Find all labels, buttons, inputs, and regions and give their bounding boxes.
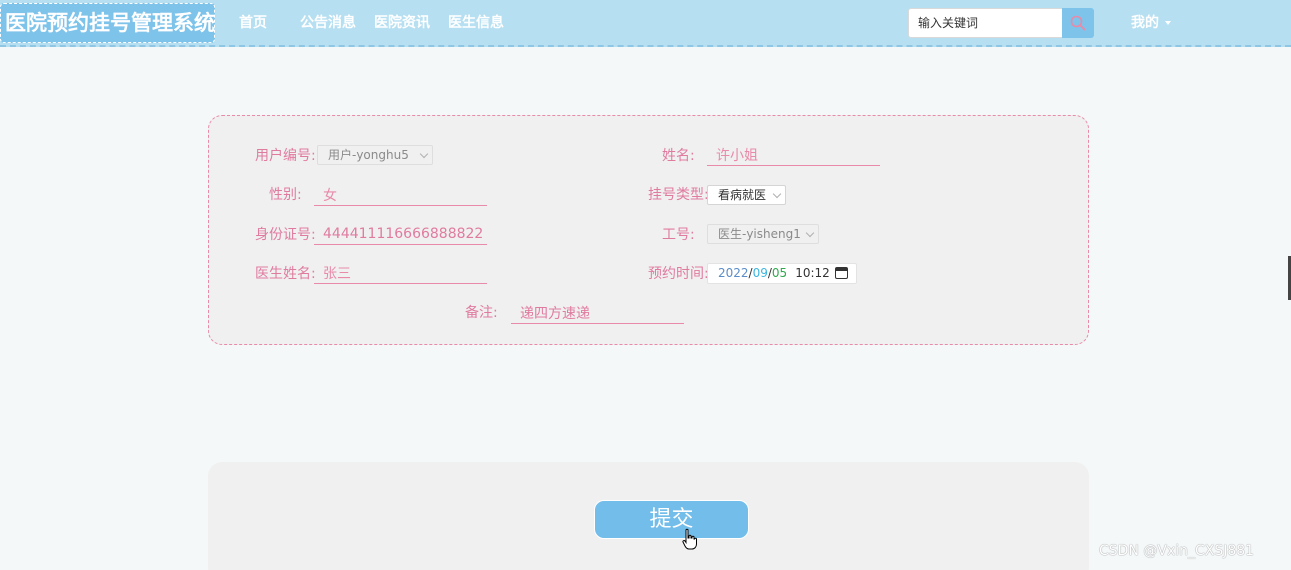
work-id-value: 医生-yisheng1 xyxy=(718,227,801,241)
appt-month: 09 xyxy=(752,266,768,280)
appt-time-datetime-input[interactable]: 2022/09/05 10:12 xyxy=(707,263,857,284)
site-logo-title[interactable]: 医院预约挂号管理系统 xyxy=(0,3,215,43)
my-account-label: 我的 xyxy=(1131,15,1159,31)
appt-time-label: 预约时间: xyxy=(648,266,709,282)
csdn-watermark: CSDN @Vxin_CXSJ881 xyxy=(1099,543,1255,559)
chevron-down-icon xyxy=(805,228,815,238)
reg-type-select[interactable]: 看病就医 xyxy=(707,185,786,205)
work-id-select[interactable]: 医生-yisheng1 xyxy=(707,224,819,244)
doctor-name-input[interactable] xyxy=(314,262,487,284)
name-input[interactable] xyxy=(707,144,880,166)
id-card-label: 身份证号: xyxy=(255,227,316,243)
remark-input[interactable] xyxy=(511,302,684,324)
appt-day: 05 xyxy=(771,266,788,280)
id-card-input[interactable] xyxy=(314,223,487,245)
gender-input[interactable] xyxy=(314,184,487,206)
reg-type-value: 看病就医 xyxy=(718,188,767,202)
nav-item-doctor-info[interactable]: 医生信息 xyxy=(448,15,504,32)
appt-year: 2022 xyxy=(718,266,749,280)
search-button[interactable] xyxy=(1062,8,1094,38)
submit-button[interactable]: 提交 xyxy=(594,500,749,539)
user-id-label: 用户编号: xyxy=(255,148,316,164)
chevron-down-icon xyxy=(772,189,782,199)
user-id-value: 用户-yonghu5 xyxy=(328,148,409,162)
chevron-down-icon xyxy=(419,149,429,159)
top-nav-bar: 医院预约挂号管理系统 首页 公告消息 医院资讯 医生信息 我的 xyxy=(0,0,1291,47)
gender-label: 性别: xyxy=(269,187,302,203)
hand-cursor-icon xyxy=(682,528,697,550)
my-account-menu[interactable]: 我的 xyxy=(1131,15,1171,32)
remark-label: 备注: xyxy=(465,305,498,321)
reg-type-label: 挂号类型: xyxy=(648,187,709,203)
search-icon xyxy=(1070,15,1086,31)
doctor-name-label: 医生姓名: xyxy=(255,266,316,282)
nav-item-home[interactable]: 首页 xyxy=(239,15,267,32)
name-label: 姓名: xyxy=(662,148,695,164)
nav-item-hospital-news[interactable]: 医院资讯 xyxy=(374,15,430,32)
nav-item-announcements[interactable]: 公告消息 xyxy=(300,15,356,32)
calendar-icon[interactable] xyxy=(835,267,848,279)
work-id-label: 工号: xyxy=(662,227,695,243)
search-input[interactable] xyxy=(908,8,1062,38)
caret-down-icon xyxy=(1165,21,1171,25)
appt-time-of-day: 10:12 xyxy=(795,266,830,280)
user-id-select[interactable]: 用户-yonghu5 xyxy=(317,145,433,165)
